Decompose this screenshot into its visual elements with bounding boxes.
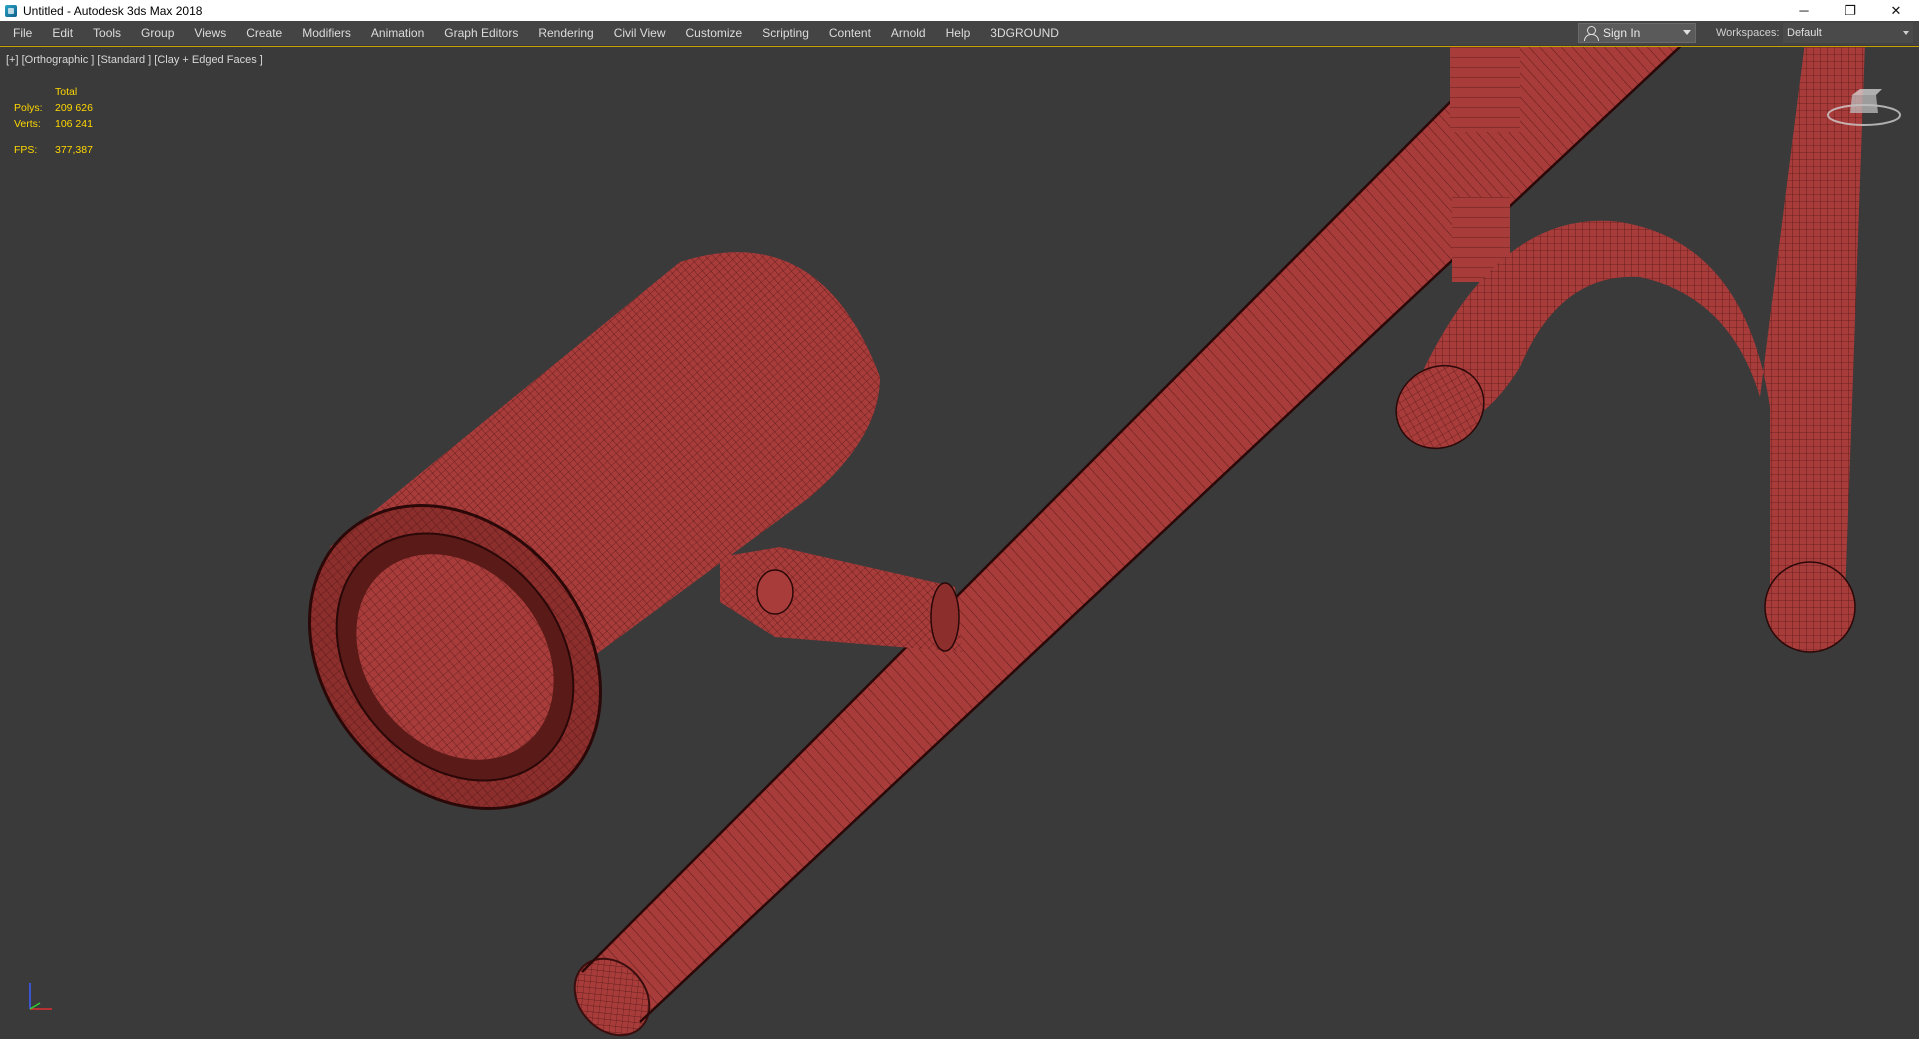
3dsmax-app-icon[interactable] xyxy=(5,4,17,17)
menu-create[interactable]: Create xyxy=(236,21,292,45)
menu-civil-view[interactable]: Civil View xyxy=(604,21,676,45)
viewport-label[interactable]: [+] [Orthographic ] [Standard ] [Clay + … xyxy=(6,54,263,66)
menu-group[interactable]: Group xyxy=(131,21,184,45)
menu-content[interactable]: Content xyxy=(819,21,881,45)
verts-label: Verts: xyxy=(14,118,41,130)
menu-modifiers[interactable]: Modifiers xyxy=(292,21,361,45)
menu-3dground[interactable]: 3DGROUND xyxy=(980,21,1069,45)
fps-value: 377,387 xyxy=(55,144,93,156)
menu-file[interactable]: File xyxy=(0,21,42,45)
menu-graph-editors[interactable]: Graph Editors xyxy=(434,21,528,45)
user-icon xyxy=(1583,25,1599,41)
menu-animation[interactable]: Animation xyxy=(361,21,434,45)
axis-tripod-icon xyxy=(29,983,52,1010)
restore-button[interactable]: ❐ xyxy=(1827,0,1873,21)
menu-help[interactable]: Help xyxy=(936,21,981,45)
polys-value: 209 626 xyxy=(55,102,93,114)
connector-arm[interactable] xyxy=(720,547,962,652)
sign-in-label: Sign In xyxy=(1603,26,1641,40)
workspace-dropdown[interactable]: Default xyxy=(1783,23,1913,43)
menu-views[interactable]: Views xyxy=(184,21,236,45)
workspaces-label: Workspaces: xyxy=(1716,27,1780,39)
menu-bar: File Edit Tools Group Views Create Modif… xyxy=(0,21,1919,46)
menu-tools[interactable]: Tools xyxy=(83,21,131,45)
fps-label: FPS: xyxy=(14,144,38,156)
close-button[interactable]: ✕ xyxy=(1873,0,1919,21)
menu-scripting[interactable]: Scripting xyxy=(752,21,819,45)
viewport-statistics: Total Polys: 209 626 Verts: 106 241 FPS: 37… xyxy=(14,84,93,158)
perspective-viewport[interactable]: [+] [Orthographic ] [Standard ] [Clay + … xyxy=(0,46,1919,1039)
title-bar: Untitled - Autodesk 3ds Max 2018 ─ ❐ ✕ xyxy=(0,0,1919,21)
scene-geometry[interactable] xyxy=(0,47,1919,1039)
menu-edit[interactable]: Edit xyxy=(42,21,83,45)
stats-header: Total xyxy=(55,86,78,98)
viewcube-icon[interactable] xyxy=(1820,77,1910,137)
menu-customize[interactable]: Customize xyxy=(676,21,753,45)
dropdown-arrow-icon xyxy=(1903,31,1909,35)
chevron-down-icon[interactable] xyxy=(1683,30,1691,35)
menu-rendering[interactable]: Rendering xyxy=(528,21,603,45)
menu-arnold[interactable]: Arnold xyxy=(881,21,936,45)
window-controls: ─ ❐ ✕ xyxy=(1781,0,1919,21)
sign-in-button[interactable]: Sign In xyxy=(1578,23,1696,43)
minimize-button[interactable]: ─ xyxy=(1781,0,1827,21)
workspace-value: Default xyxy=(1787,27,1822,39)
polys-label: Polys: xyxy=(14,102,43,114)
window-title: Untitled - Autodesk 3ds Max 2018 xyxy=(23,3,203,18)
verts-value: 106 241 xyxy=(55,118,93,130)
